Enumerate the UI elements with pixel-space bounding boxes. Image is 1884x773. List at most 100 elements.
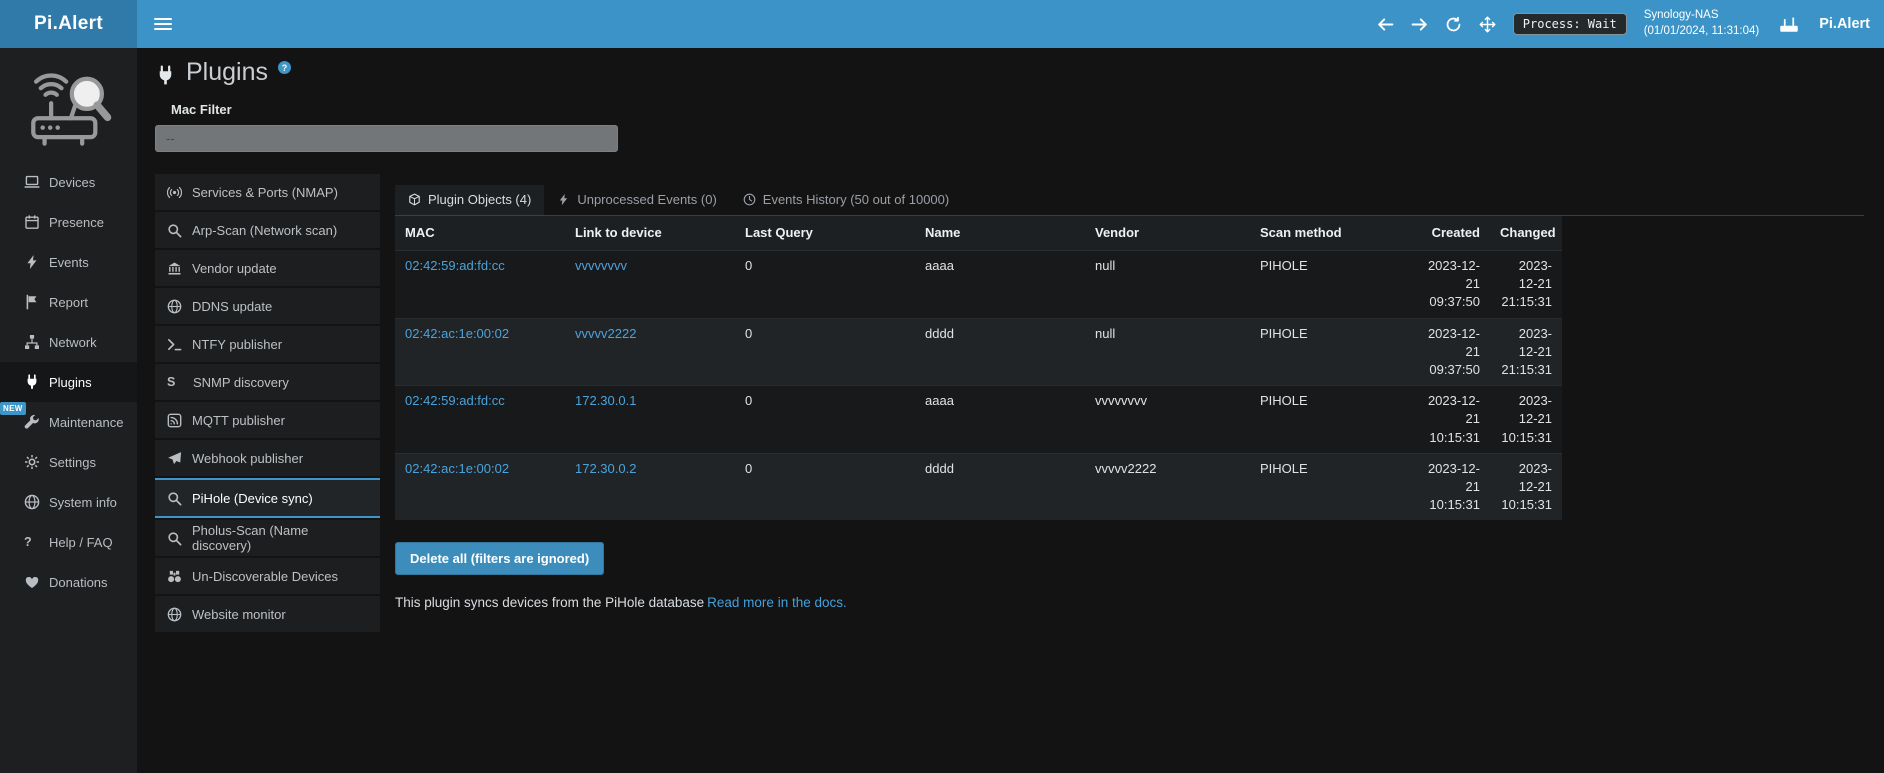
- paper-plane-icon: [167, 451, 182, 466]
- plugin-nav-label: SNMP discovery: [193, 375, 289, 390]
- sidebar-item-label: Events: [49, 255, 89, 270]
- sidebar-item-help-faq[interactable]: ? Help / FAQ: [0, 522, 137, 562]
- created-cell: 2023-12-2109:37:50: [1410, 318, 1490, 386]
- router-icon: [1776, 14, 1802, 34]
- scan-method-cell: PIHOLE: [1250, 386, 1410, 454]
- reload-button[interactable]: [1445, 16, 1462, 33]
- plugin-nav-ntfy[interactable]: NTFY publisher: [155, 326, 380, 362]
- col-header-created: Created: [1410, 216, 1490, 251]
- page-header: Plugins ?: [155, 58, 1864, 87]
- bolt-icon: [557, 193, 570, 206]
- plug-icon: [155, 65, 176, 86]
- pialert-mini-logo: [1776, 14, 1802, 34]
- changed-cell: 2023-12-2121:15:31: [1490, 251, 1562, 319]
- plugin-nav-snmp[interactable]: S SNMP discovery: [155, 364, 380, 400]
- tab-bar: Plugin Objects (4) Unprocessed Events (0…: [395, 185, 1864, 216]
- tab-events-history[interactable]: Events History (50 out of 10000): [730, 185, 962, 215]
- last-query-cell: 0: [735, 318, 915, 386]
- plugin-nav-vendor-update[interactable]: Vendor update: [155, 250, 380, 286]
- question-icon: ?: [24, 535, 40, 549]
- sidebar-item-label: Report: [49, 295, 88, 310]
- flag-icon: [24, 294, 40, 310]
- vendor-cell: vvvvvvvv: [1085, 386, 1250, 454]
- app-logo[interactable]: Pi.Alert: [0, 0, 137, 48]
- sidebar: Devices Presence Events Report Network P…: [0, 48, 137, 773]
- sidebar-item-label: Settings: [49, 455, 96, 470]
- sidebar-menu: Devices Presence Events Report Network P…: [0, 162, 137, 602]
- vendor-cell: null: [1085, 251, 1250, 319]
- changed-cell: 2023-12-2110:15:31: [1490, 386, 1562, 454]
- plugin-nav-nmap[interactable]: Services & Ports (NMAP): [155, 174, 380, 210]
- plugin-nav-label: MQTT publisher: [192, 413, 285, 428]
- terminal-icon: [167, 337, 182, 352]
- plugin-nav-mqtt[interactable]: MQTT publisher: [155, 402, 380, 438]
- mac-link[interactable]: 02:42:ac:1e:00:02: [405, 326, 509, 341]
- nav-forward-button[interactable]: [1411, 16, 1428, 33]
- nav-back-button[interactable]: [1377, 16, 1394, 33]
- help-badge[interactable]: ?: [278, 61, 291, 74]
- col-header-link: Link to device: [565, 216, 735, 251]
- created-cell: 2023-12-2109:37:50: [1410, 251, 1490, 319]
- move-fullscreen-button[interactable]: [1479, 16, 1496, 33]
- tab-plugin-objects[interactable]: Plugin Objects (4): [395, 185, 544, 215]
- s-icon: S: [167, 375, 183, 389]
- sidebar-item-network[interactable]: Network: [0, 322, 137, 362]
- device-link[interactable]: 172.30.0.2: [575, 461, 636, 476]
- plugin-nav-label: Un-Discoverable Devices: [192, 569, 338, 584]
- page-title: Plugins: [186, 58, 268, 87]
- table-header-row: MAC Link to device Last Query Name Vendo…: [395, 216, 1562, 251]
- new-badge: NEW: [0, 402, 26, 415]
- sidebar-item-devices[interactable]: Devices: [0, 162, 137, 202]
- col-header-last-query: Last Query: [735, 216, 915, 251]
- plugin-nav-arpscan[interactable]: Arp-Scan (Network scan): [155, 212, 380, 248]
- host-info: Synology-NAS (01/01/2024, 11:31:04): [1644, 8, 1760, 39]
- plugin-nav-ddns-update[interactable]: DDNS update: [155, 288, 380, 324]
- sidebar-item-system-info[interactable]: System info: [0, 482, 137, 522]
- host-name: Synology-NAS: [1644, 8, 1760, 24]
- sidebar-item-plugins[interactable]: Plugins: [0, 362, 137, 402]
- plugin-nav-undiscoverable[interactable]: Un-Discoverable Devices: [155, 558, 380, 594]
- table-row: 02:42:59:ad:fd:cc vvvvvvvv 0 aaaa null P…: [395, 251, 1562, 319]
- sidebar-item-settings[interactable]: Settings: [0, 442, 137, 482]
- sidebar-logo: [0, 48, 137, 157]
- mac-link[interactable]: 02:42:59:ad:fd:cc: [405, 258, 505, 273]
- gear-icon: [24, 454, 40, 470]
- device-link[interactable]: 172.30.0.1: [575, 393, 636, 408]
- sidebar-item-presence[interactable]: Presence: [0, 202, 137, 242]
- plugin-detail: Plugin Objects (4) Unprocessed Events (0…: [395, 174, 1864, 610]
- table-row: 02:42:ac:1e:00:02 vvvvv2222 0 dddd null …: [395, 318, 1562, 386]
- plugin-nav-pholus[interactable]: Pholus-Scan (Name discovery): [155, 520, 380, 556]
- device-link[interactable]: vvvvvvvv: [575, 258, 627, 273]
- mac-filter-input[interactable]: [155, 125, 618, 152]
- bolt-icon: [24, 254, 40, 270]
- delete-all-button[interactable]: Delete all (filters are ignored): [395, 542, 604, 575]
- sidebar-item-events[interactable]: Events: [0, 242, 137, 282]
- mac-link[interactable]: 02:42:ac:1e:00:02: [405, 461, 509, 476]
- name-cell: aaaa: [915, 386, 1085, 454]
- docs-link[interactable]: Read more in the docs.: [707, 595, 847, 610]
- tab-unprocessed-events[interactable]: Unprocessed Events (0): [544, 185, 729, 215]
- sidebar-item-report[interactable]: Report: [0, 282, 137, 322]
- plugin-nav-webhook[interactable]: Webhook publisher: [155, 440, 380, 476]
- wrench-icon: [24, 414, 40, 430]
- topbar-right-cluster: Process: Wait Synology-NAS (01/01/2024, …: [1377, 8, 1884, 39]
- plugin-nav-label: NTFY publisher: [192, 337, 282, 352]
- clock-icon: [743, 193, 756, 206]
- created-cell: 2023-12-2110:15:31: [1410, 386, 1490, 454]
- sidebar-item-maintenance[interactable]: NEW Maintenance: [0, 402, 137, 442]
- plugin-description: This plugin syncs devices from the PiHol…: [395, 595, 1864, 610]
- scan-method-cell: PIHOLE: [1250, 251, 1410, 319]
- created-cell: 2023-12-2110:15:31: [1410, 453, 1490, 520]
- last-query-cell: 0: [735, 453, 915, 520]
- globe-icon: [167, 299, 182, 314]
- plugin-nav-label: Services & Ports (NMAP): [192, 185, 338, 200]
- mac-link[interactable]: 02:42:59:ad:fd:cc: [405, 393, 505, 408]
- arrow-left-icon: [1377, 16, 1394, 33]
- device-link[interactable]: vvvvv2222: [575, 326, 636, 341]
- tab-label: Events History (50 out of 10000): [763, 192, 949, 207]
- mac-filter-label: Mac Filter: [171, 102, 1864, 117]
- plugin-nav-pihole[interactable]: PiHole (Device sync): [155, 478, 380, 518]
- sidebar-toggle-button[interactable]: [154, 17, 172, 31]
- plugin-nav-website-monitor[interactable]: Website monitor: [155, 596, 380, 632]
- sidebar-item-donations[interactable]: Donations: [0, 562, 137, 602]
